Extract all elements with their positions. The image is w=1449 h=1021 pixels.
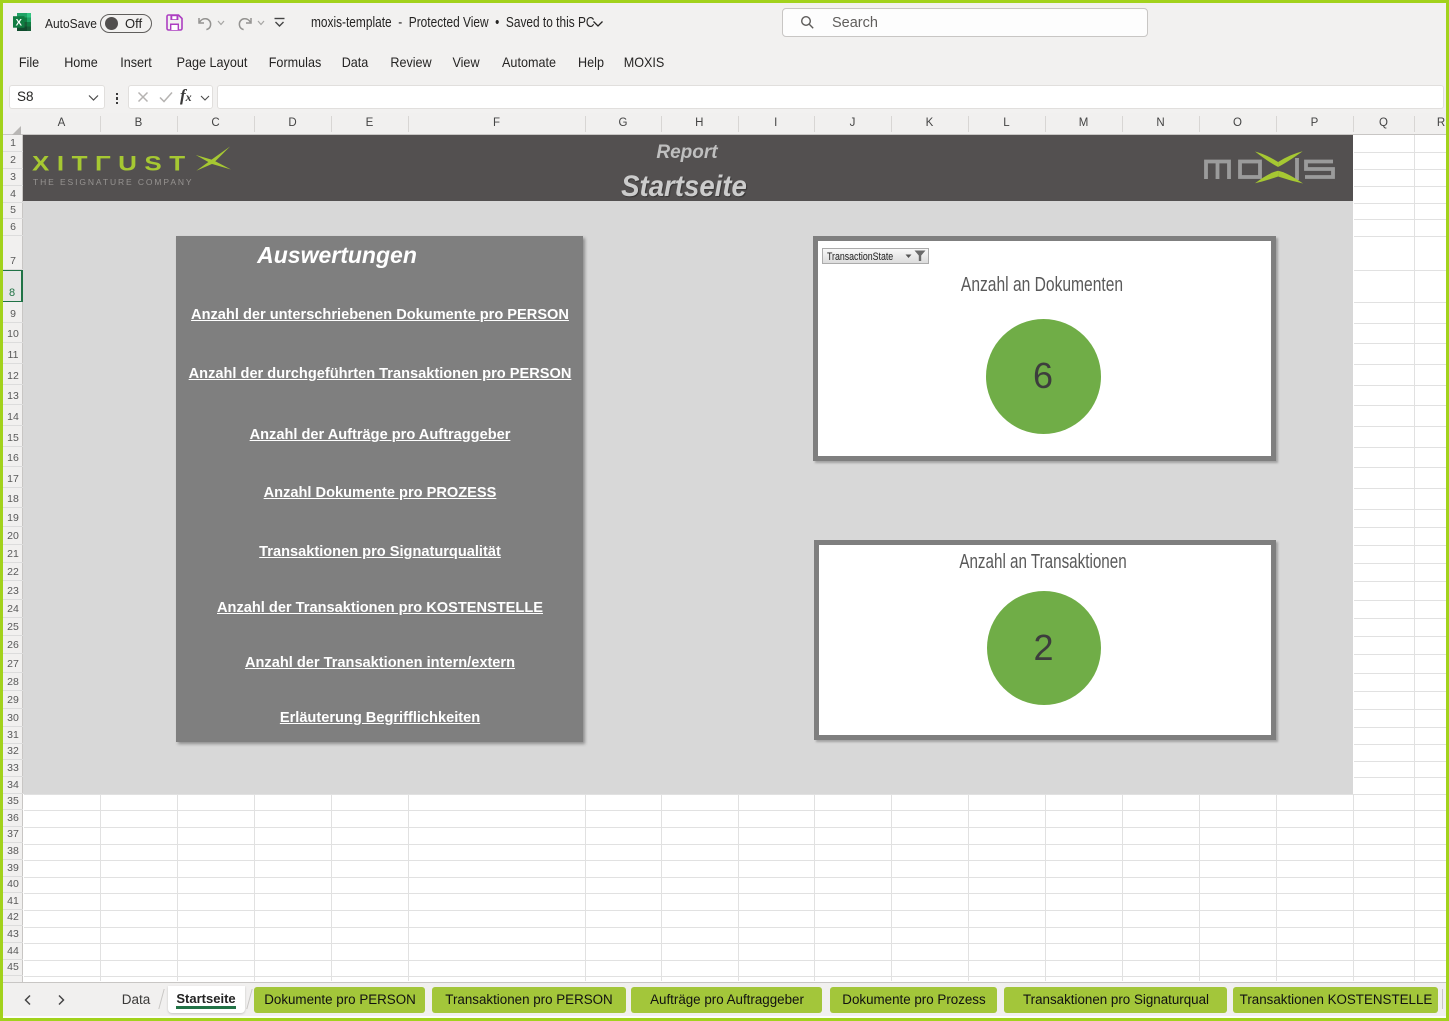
svg-text:X: X — [16, 17, 23, 28]
